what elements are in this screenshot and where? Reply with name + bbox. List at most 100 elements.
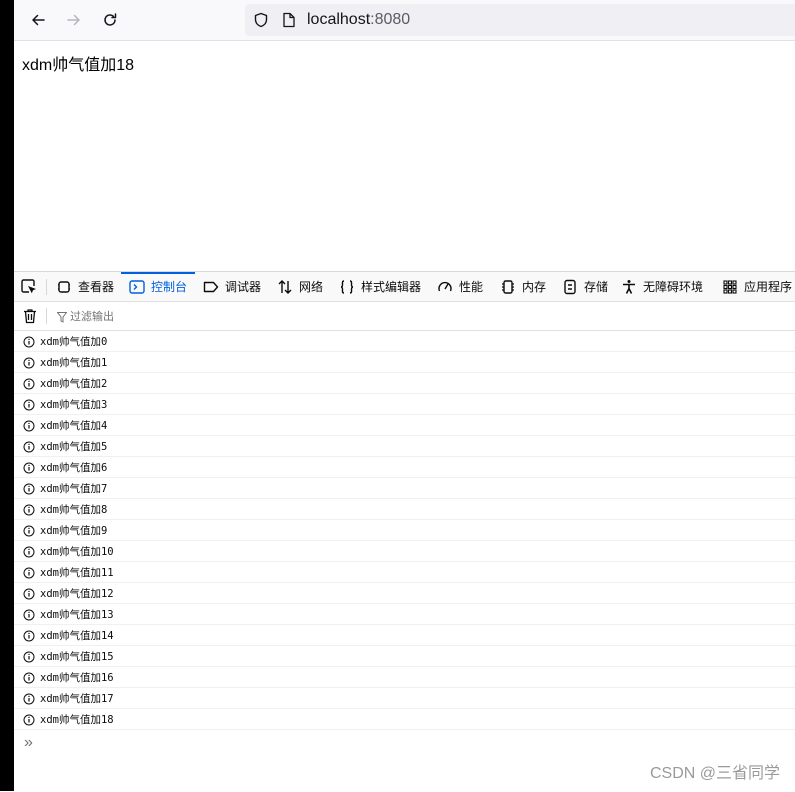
info-icon [23,398,35,411]
console-message: xdm帅气值加11 [14,562,795,583]
tab-separator [46,279,47,295]
console-message-text: xdm帅气值加11 [40,567,114,579]
shield-icon[interactable] [253,12,269,33]
console-message: xdm帅气值加0 [14,331,795,352]
devtools-tab-inspector[interactable]: 查看器 [56,272,114,301]
console-message-text: xdm帅气值加3 [40,399,108,411]
info-icon [23,461,35,474]
application-icon [722,279,738,295]
console-message: xdm帅气值加16 [14,667,795,688]
page-icon[interactable] [282,12,296,33]
info-icon [23,671,35,684]
info-icon [23,335,35,348]
picker-icon [21,279,36,294]
url-bar[interactable]: localhost:8080 [245,4,795,36]
info-icon [23,503,35,516]
devtools-tab-application[interactable]: 应用程序 [722,272,792,301]
console-filter-bar: 过滤输出 [14,302,795,331]
console-message-text: xdm帅气值加18 [40,714,114,726]
screen-edge [0,0,14,791]
console-message: xdm帅气值加10 [14,541,795,562]
console-message: xdm帅气值加17 [14,688,795,709]
accessibility-icon [621,279,637,295]
devtools-panel: 查看器 控制台 调试器 网络 样式编辑器 性能 内存 存储 无障碍环境 应用程序 过滤输出 xdm… [14,271,795,792]
devtools-tab-memory[interactable]: 内存 [500,272,546,301]
console-message: xdm帅气值加9 [14,520,795,541]
trash-icon [24,309,36,324]
console-icon [129,279,145,295]
devtools-tab-label: 网络 [299,280,324,294]
devtools-tab-label: 查看器 [78,280,115,294]
info-icon [23,545,35,558]
info-icon [23,692,35,705]
style-editor-icon [339,279,355,295]
devtools-tab-storage[interactable]: 存储 [562,272,608,301]
memory-icon [500,279,516,295]
devtools-tab-bar: 查看器 控制台 调试器 网络 样式编辑器 性能 内存 存储 无障碍环境 应用程序 [14,272,795,302]
info-icon [23,524,35,537]
inspector-icon [56,279,72,295]
console-message: xdm帅气值加15 [14,646,795,667]
info-icon [23,629,35,642]
console-message-text: xdm帅气值加8 [40,504,108,516]
info-icon [23,650,35,663]
console-message-text: xdm帅气值加7 [40,483,108,495]
browser-toolbar: localhost:8080 [14,0,795,41]
arrow-right-icon [67,14,80,26]
console-message-text: xdm帅气值加16 [40,672,114,684]
arrow-left-icon [32,14,45,26]
network-icon [277,279,293,295]
console-messages: xdm帅气值加0 xdm帅气值加1 xdm帅气值加2 xdm帅气值加3 xdm帅气值加4… [14,331,795,730]
console-message-text: xdm帅气值加2 [40,378,108,390]
console-message: xdm帅气值加4 [14,415,795,436]
info-icon [23,482,35,495]
info-icon [23,713,35,726]
url-text[interactable]: localhost:8080 [307,11,410,29]
devtools-tab-label: 应用程序 [744,280,793,294]
devtools-tab-label: 内存 [522,280,547,294]
console-message-text: xdm帅气值加12 [40,588,114,600]
devtools-tab-style-editor[interactable]: 样式编辑器 [339,272,421,301]
console-message: xdm帅气值加6 [14,457,795,478]
debugger-icon [203,279,219,295]
storage-icon [562,279,578,295]
console-message: xdm帅气值加7 [14,478,795,499]
filter-output-input[interactable]: 过滤输出 [70,308,114,324]
info-icon [23,356,35,369]
devtools-tab-console[interactable]: 控制台 [120,272,196,301]
console-message: xdm帅气值加18 [14,709,795,730]
info-icon [23,566,35,579]
console-message: xdm帅气值加2 [14,373,795,394]
element-picker-button[interactable] [20,278,38,296]
devtools-tab-label: 调试器 [225,280,262,294]
devtools-tab-label: 性能 [459,280,484,294]
reload-button[interactable] [98,8,122,32]
console-input-prompt[interactable]: » [24,734,33,752]
console-message-text: xdm帅气值加4 [40,420,108,432]
info-icon [23,377,35,390]
clear-console-button[interactable] [23,308,37,329]
console-message: xdm帅气值加3 [14,394,795,415]
url-host: localhost [307,11,371,28]
devtools-tab-accessibility[interactable]: 无障碍环境 [621,272,703,301]
back-button[interactable] [26,8,50,32]
devtools-tab-debugger[interactable]: 调试器 [203,272,261,301]
url-port: :8080 [370,11,411,28]
console-message: xdm帅气值加8 [14,499,795,520]
console-message-text: xdm帅气值加17 [40,693,114,705]
console-message-text: xdm帅气值加15 [40,651,114,663]
console-message-text: xdm帅气值加0 [40,336,108,348]
info-icon [23,419,35,432]
devtools-tab-label: 控制台 [151,280,188,294]
console-message-text: xdm帅气值加10 [40,546,114,558]
info-icon [23,608,35,621]
forward-button[interactable] [62,8,86,32]
console-message: xdm帅气值加14 [14,625,795,646]
devtools-tab-network[interactable]: 网络 [277,272,323,301]
devtools-tab-performance[interactable]: 性能 [437,272,483,301]
console-message-text: xdm帅气值加6 [40,462,108,474]
console-message-text: xdm帅气值加5 [40,441,108,453]
console-message-text: xdm帅气值加13 [40,609,114,621]
console-message-text: xdm帅气值加9 [40,525,108,537]
console-message-text: xdm帅气值加14 [40,630,114,642]
